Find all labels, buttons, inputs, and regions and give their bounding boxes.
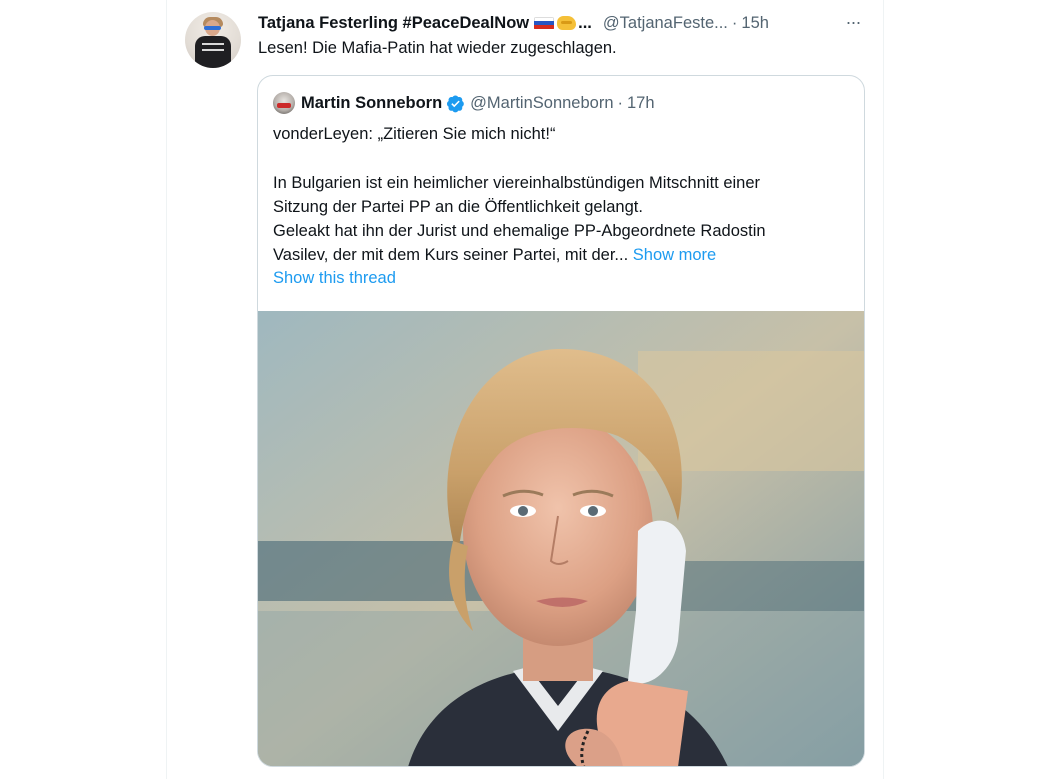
- quoted-tweet-photo[interactable]: [258, 311, 864, 766]
- russia-flag-icon: [534, 16, 555, 30]
- verified-badge-icon: [446, 94, 465, 113]
- handshake-icon: [557, 16, 577, 30]
- author-display-name[interactable]: Tatjana Festerling #PeaceDealNow: [258, 14, 529, 33]
- tweet-timestamp[interactable]: 15h: [741, 14, 769, 33]
- quoted-header-separator: ·: [617, 93, 624, 112]
- quoted-text-line: Vasilev, der mit dem Kurs seiner Partei,…: [273, 246, 629, 265]
- quoted-text-line: In Bulgarien ist ein heimlicher viereinh…: [273, 173, 761, 192]
- name-truncation: ...: [578, 13, 592, 32]
- header-separator: ·: [731, 13, 738, 32]
- author-avatar[interactable]: [185, 12, 241, 68]
- show-thread-link[interactable]: Show this thread: [273, 269, 396, 288]
- photo-woman-on-phone-image: [258, 311, 864, 766]
- timeline-left-border: [166, 0, 167, 779]
- quoted-author-handle: @MartinSonneborn: [470, 93, 614, 112]
- show-more-link[interactable]: Show more: [633, 246, 716, 264]
- quoted-tweet-header: Martin Sonneborn @MartinSonneborn · 17h: [273, 92, 655, 114]
- quoted-author-avatar: [273, 92, 295, 114]
- quoted-tweet-timestamp: 17h: [627, 93, 655, 112]
- quoted-tweet-card[interactable]: Martin Sonneborn @MartinSonneborn · 17h …: [257, 75, 865, 767]
- quoted-tweet-text: vonderLeyen: „Zitieren Sie mich nicht!“ …: [273, 122, 853, 268]
- author-handle[interactable]: @TatjanaFeste...: [603, 14, 728, 33]
- quoted-text-line-last: Vasilev, der mit dem Kurs seiner Partei,…: [273, 243, 853, 267]
- quoted-text-line: vonderLeyen: „Zitieren Sie mich nicht!“: [273, 125, 556, 143]
- timeline-right-border: [883, 0, 884, 779]
- more-options-icon[interactable]: ···: [840, 11, 866, 33]
- quoted-text-line: [273, 146, 853, 170]
- quoted-text-line: Sitzung der Partei PP an die Öffentlichk…: [273, 197, 643, 216]
- tweet-text: Lesen! Die Mafia-Patin hat wieder zugesc…: [258, 39, 617, 57]
- quoted-author-name: Martin Sonneborn: [301, 93, 443, 112]
- tweet-header: Tatjana Festerling #PeaceDealNow ... @Ta…: [258, 12, 769, 34]
- quoted-text-line: Geleakt hat ihn der Jurist und ehemalige…: [273, 222, 766, 241]
